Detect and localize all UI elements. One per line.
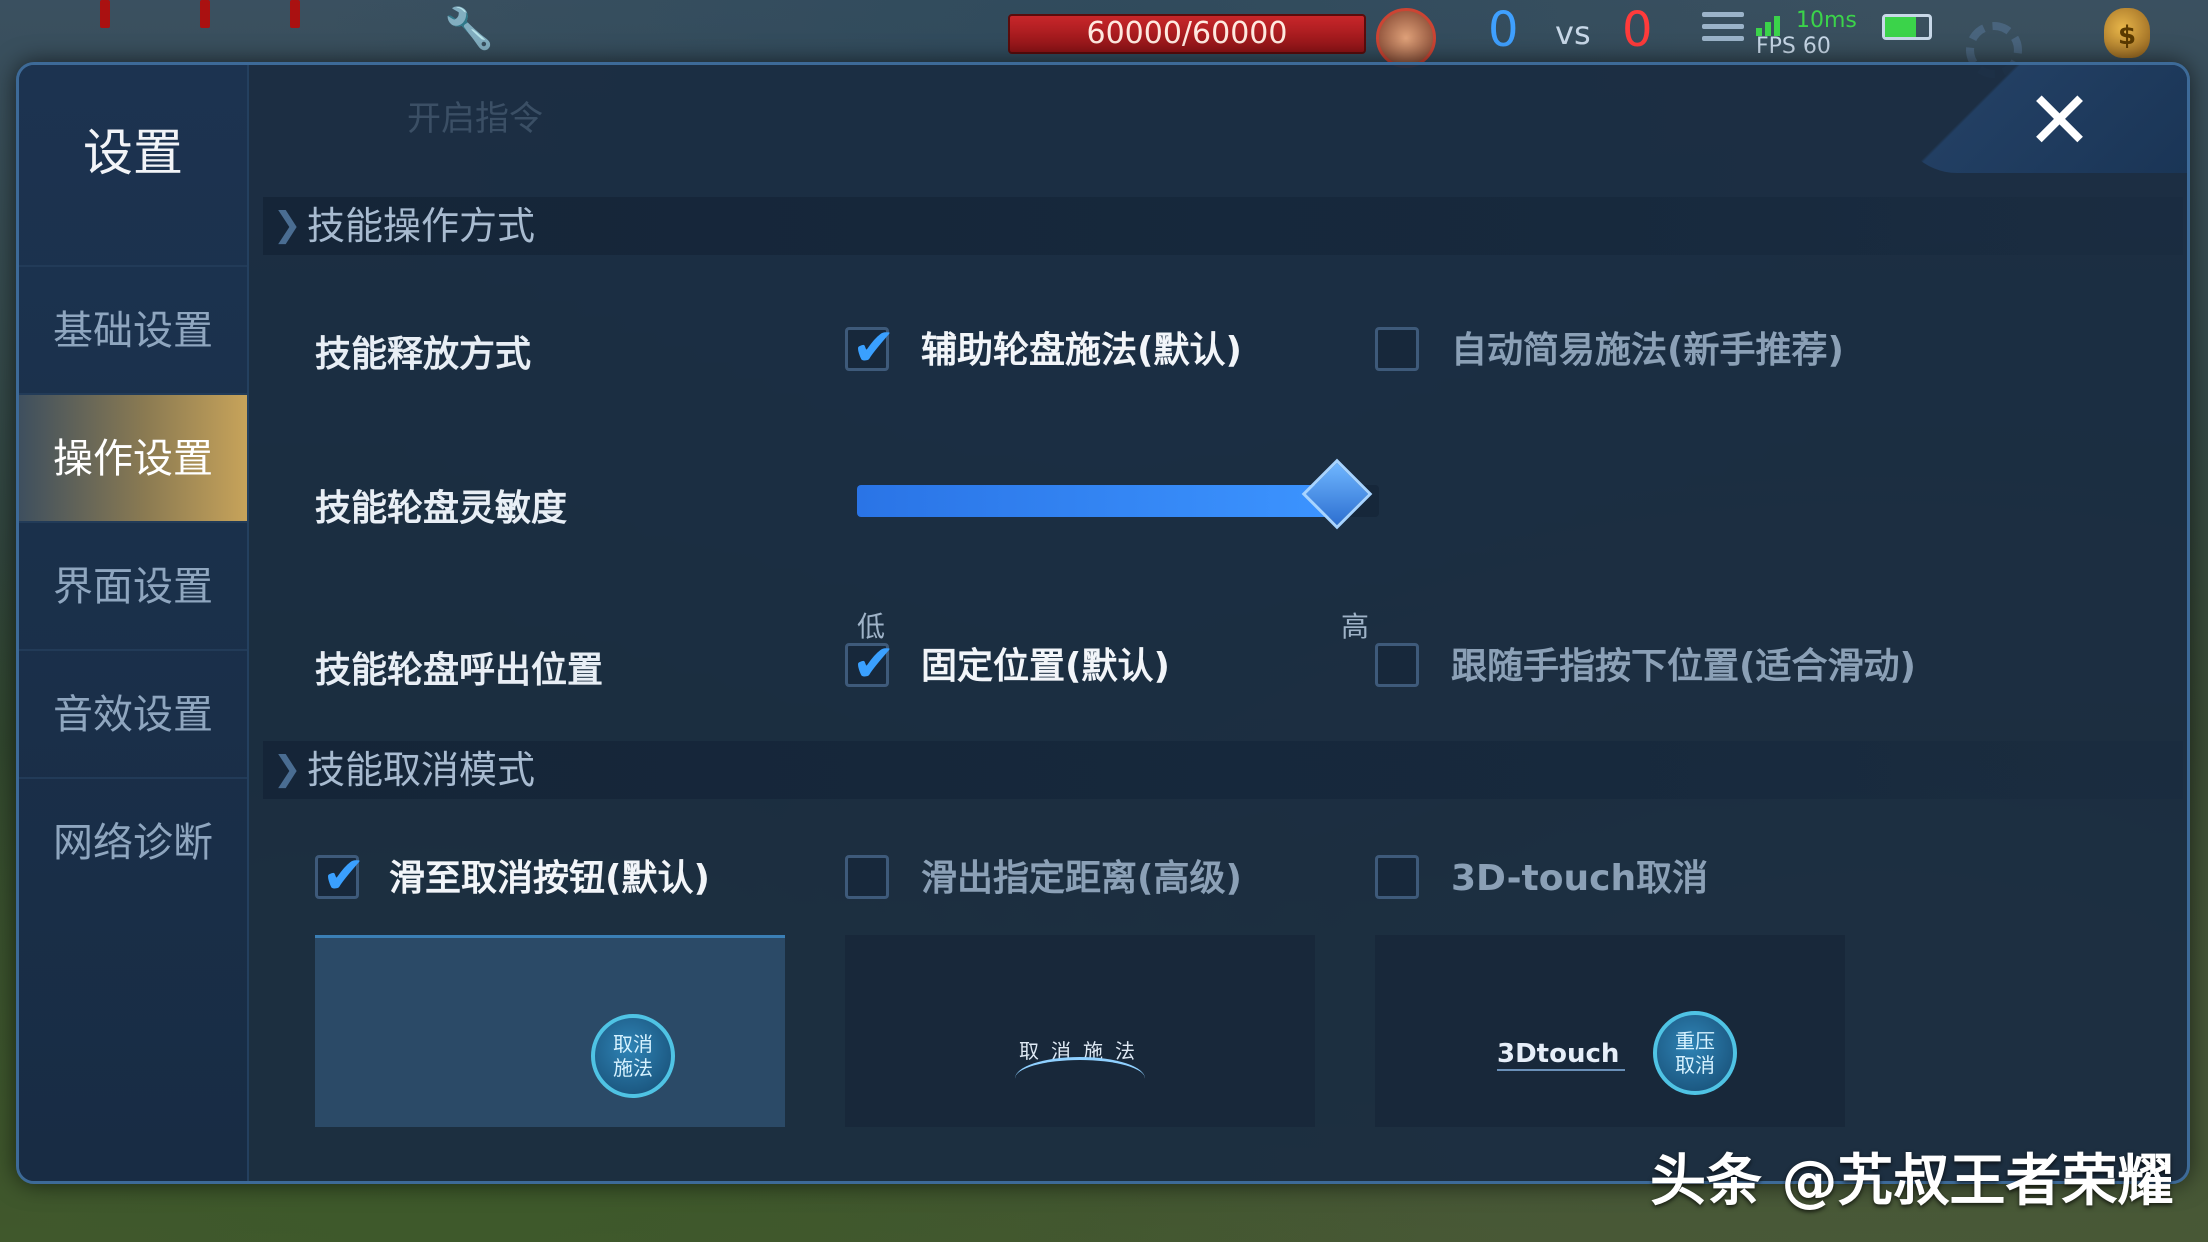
option-fixed-position[interactable]: 固定位置(默认) bbox=[921, 645, 1170, 689]
checkbox-slide-distance[interactable] bbox=[845, 855, 889, 899]
wrench-icon: 🔧 bbox=[444, 6, 494, 52]
press-cancel-button-preview: 重压 取消 bbox=[1653, 1011, 1737, 1095]
checkbox-slide-to-cancel[interactable]: ✔ bbox=[315, 846, 366, 906]
red-team-score: 0 bbox=[1622, 2, 1653, 58]
sidebar-item-controls[interactable]: 操作设置 bbox=[19, 393, 247, 523]
option-follow-finger[interactable]: 跟随手指按下位置(适合滑动) bbox=[1451, 645, 1916, 689]
option-slide-to-cancel[interactable]: 滑至取消按钮(默认) bbox=[389, 857, 710, 901]
checkbox-fixed-position[interactable]: ✔ bbox=[845, 634, 896, 694]
close-icon: ✕ bbox=[2025, 74, 2093, 167]
option-assist-wheel[interactable]: 辅助轮盘施法(默认) bbox=[921, 329, 1242, 373]
checkmark-icon: ✔ bbox=[852, 634, 896, 694]
watermark: 头条 @艽叔王者荣耀 bbox=[1650, 1149, 2174, 1214]
battery-icon bbox=[1882, 14, 1932, 40]
cancel-cast-button-preview: 取消 施法 bbox=[591, 1014, 675, 1098]
sidebar-item-network[interactable]: 网络诊断 bbox=[19, 777, 247, 907]
section-header-skill-operation: ❯ 技能操作方式 bbox=[263, 197, 2183, 255]
slider-high-label: 高 bbox=[1341, 610, 1370, 643]
3dtouch-label: 3Dtouch bbox=[1497, 1039, 1626, 1071]
tower-markers bbox=[90, 0, 390, 40]
sidebar-item-basic[interactable]: 基础设置 bbox=[19, 265, 247, 395]
checkmark-icon: ✔ bbox=[852, 318, 896, 378]
checkmark-icon: ✔ bbox=[322, 846, 366, 906]
skill-release-label: 技能释放方式 bbox=[315, 334, 532, 375]
fps-readout: FPS 60 bbox=[1756, 34, 1831, 59]
preview-3d-touch[interactable]: 3Dtouch 重压 取消 bbox=[1375, 935, 1845, 1127]
preview-slide-distance[interactable]: 取消施法 bbox=[845, 935, 1315, 1127]
option-slide-distance[interactable]: 滑出指定距离(高级) bbox=[921, 857, 1242, 901]
option-auto-simple[interactable]: 自动简易施法(新手推荐) bbox=[1451, 329, 1844, 373]
section-header-skill-cancel: ❯ 技能取消模式 bbox=[263, 741, 2183, 799]
checkbox-3d-touch[interactable] bbox=[1375, 855, 1419, 899]
sidebar-item-interface[interactable]: 界面设置 bbox=[19, 521, 247, 651]
slider-handle[interactable] bbox=[1301, 458, 1373, 530]
cancel-arc bbox=[1015, 1057, 1145, 1100]
wheel-position-label: 技能轮盘呼出位置 bbox=[315, 650, 604, 691]
list-icon[interactable] bbox=[1702, 12, 1744, 50]
preview-slide-to-cancel[interactable]: 取消 施法 bbox=[315, 935, 785, 1127]
shop-coin-icon[interactable]: $ bbox=[2104, 8, 2150, 58]
slider-fill bbox=[857, 485, 1337, 517]
hero-avatar bbox=[1376, 8, 1436, 68]
sensitivity-slider[interactable] bbox=[857, 458, 1379, 530]
game-hud: 🔧 60000/60000 0 vs 0 10ms FPS 60 $ bbox=[0, 0, 2208, 78]
sidebar-item-audio[interactable]: 音效设置 bbox=[19, 649, 247, 779]
ghost-command-text: 开启指令 bbox=[407, 99, 543, 139]
signal-icon bbox=[1756, 12, 1788, 36]
checkbox-assist-wheel[interactable]: ✔ bbox=[845, 318, 896, 378]
chevron-right-icon: ❯ bbox=[273, 205, 302, 245]
vs-label: vs bbox=[1555, 14, 1591, 52]
checkbox-auto-simple[interactable] bbox=[1375, 327, 1419, 371]
wheel-sensitivity-label: 技能轮盘灵敏度 bbox=[315, 488, 568, 529]
option-3d-touch[interactable]: 3D-touch取消 bbox=[1451, 857, 1708, 901]
close-button[interactable]: ✕ bbox=[1897, 65, 2187, 173]
blue-team-score: 0 bbox=[1488, 2, 1519, 58]
settings-modal: 设置 基础设置 操作设置 界面设置 音效设置 网络诊断 开启指令 ✕ ❯ 技能操… bbox=[16, 62, 2190, 1184]
health-bar: 60000/60000 bbox=[1008, 14, 1366, 54]
checkbox-follow-finger[interactable] bbox=[1375, 643, 1419, 687]
chevron-right-icon: ❯ bbox=[273, 749, 302, 789]
settings-sidebar: 设置 基础设置 操作设置 界面设置 音效设置 网络诊断 bbox=[19, 65, 249, 1181]
settings-title: 设置 bbox=[83, 124, 183, 182]
ping-readout: 10ms bbox=[1796, 8, 1857, 33]
